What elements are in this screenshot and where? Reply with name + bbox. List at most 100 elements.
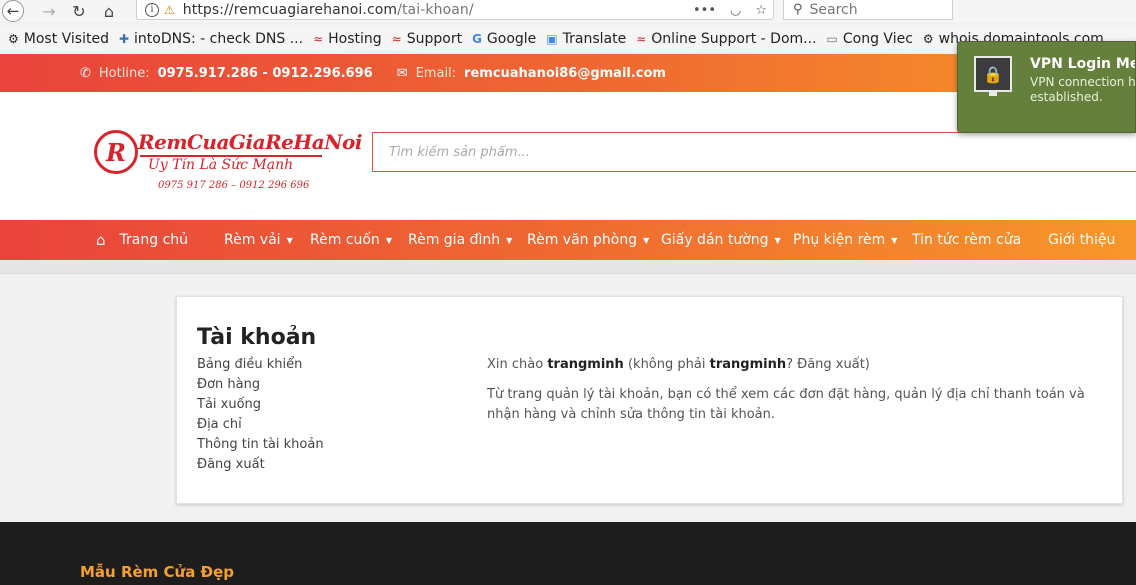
hotline: ✆ Hotline: 0975.917.286 - 0912.296.696	[80, 66, 373, 81]
bookmark-label: Translate	[562, 31, 627, 47]
bookmark-intodns[interactable]: ✚ intoDNS: - check DNS ...	[119, 31, 303, 47]
caret-down-icon: ▼	[286, 235, 293, 245]
nav-item-label: Rèm gia đình	[408, 232, 501, 248]
url-tools: ••• ◡ ☆	[693, 0, 767, 20]
back-arrow-icon: ←	[2, 0, 24, 22]
account-menu-dashboard[interactable]: Bảng điều khiển	[197, 355, 324, 375]
reload-button[interactable]: ↻	[66, 0, 92, 22]
bookmark-label: Hosting	[328, 31, 382, 47]
account-menu-logout[interactable]: Đăng xuất	[197, 455, 324, 475]
greeting-username: trangminh	[547, 357, 624, 372]
url-path: /tai-khoan/	[397, 1, 474, 18]
account-menu: Bảng điều khiển Đơn hàng Tải xuống Địa c…	[197, 355, 324, 475]
account-menu-account-details[interactable]: Thông tin tài khoản	[197, 435, 324, 455]
search-icon: ⚲	[793, 2, 803, 17]
logout-link[interactable]: ? Đăng xuất)	[786, 357, 870, 372]
nav-item-label: Phụ kiện rèm	[793, 232, 886, 248]
bookmark-support[interactable]: ≈ Support	[392, 31, 462, 47]
nav-item-rem-vai[interactable]: Rèm vải ▼	[224, 220, 293, 260]
home-button[interactable]: ⌂	[96, 0, 122, 22]
greeting-prefix: Xin chào	[487, 357, 544, 372]
url-host: https://remcuagiarehanoi.com	[182, 1, 398, 18]
nav-item-label: Giấy dán tường	[661, 232, 769, 248]
bookmark-label: Cong Viec	[842, 31, 913, 47]
vpn-title: VPN Login Mes	[1030, 56, 1136, 72]
bookmark-label: Support	[406, 31, 463, 47]
brand-icon: ≈	[636, 32, 647, 46]
nav-item-label: Tin tức rèm cửa	[912, 232, 1022, 248]
account-card: Tài khoản Bảng điều khiển Đơn hàng Tải x…	[176, 296, 1123, 504]
bookmark-online-support[interactable]: ≈ Online Support - Dom...	[636, 31, 816, 47]
site-footer: Mẫu Rèm Cửa Đẹp	[0, 522, 1136, 585]
logo-phones: 0975 917 286 – 0912 296 696	[158, 180, 310, 191]
hotline-value[interactable]: 0975.917.286 - 0912.296.696	[158, 66, 373, 81]
email: ✉ Email: remcuahanoi86@gmail.com	[397, 66, 666, 81]
nav-item-phu-kien-rem[interactable]: Phụ kiện rèm ▼	[793, 220, 897, 260]
folder-icon: ▭	[826, 32, 838, 46]
product-search-input[interactable]	[373, 133, 1136, 171]
bookmark-translate[interactable]: ▣ Translate	[546, 31, 626, 47]
footer-title: Mẫu Rèm Cửa Đẹp	[80, 563, 235, 581]
envelope-icon: ✉	[396, 65, 408, 81]
site-logo[interactable]: R RemCuaGiaReHaNoi Uy Tín Là Sức Mạnh 09…	[92, 128, 362, 198]
nav-item-rem-cuon[interactable]: Rèm cuốn ▼	[310, 220, 392, 260]
gear-icon: ⚙	[922, 32, 934, 46]
nav-item-giay-dan-tuong[interactable]: Giấy dán tường ▼	[661, 220, 781, 260]
brand-icon: ≈	[391, 32, 402, 46]
nav-item-label: Rèm vải	[224, 232, 281, 248]
browser-search-placeholder: Search	[809, 1, 858, 18]
nav-item-trang-chu[interactable]: ⌂ Trang chủ	[96, 220, 188, 260]
greeting-username-2: trangminh	[709, 357, 787, 372]
vpn-message-line1: VPN connection h	[1030, 75, 1136, 89]
url-bar[interactable]: i ⚠ https://remcuagiarehanoi.com/tai-kho…	[136, 0, 774, 20]
lock-icon: 🔒	[974, 56, 1012, 92]
hotline-label: Hotline:	[98, 65, 150, 81]
bookmark-hosting[interactable]: ≈ Hosting	[313, 31, 382, 47]
page-title: Tài khoản	[197, 325, 317, 350]
account-menu-addresses[interactable]: Địa chỉ	[197, 415, 324, 435]
phone-icon: ✆	[80, 65, 91, 81]
forward-button[interactable]: →	[36, 0, 62, 22]
nav-item-label: Rèm cuốn	[310, 232, 380, 248]
insecure-lock-icon[interactable]: ⚠	[164, 3, 175, 17]
bookmark-google[interactable]: G Google	[472, 31, 536, 47]
nav-item-gioi-thieu[interactable]: Giới thiệu	[1048, 220, 1115, 260]
account-welcome: Xin chào trangminh (không phải trangminh…	[487, 355, 1097, 425]
puzzle-icon: ✚	[118, 32, 130, 46]
greeting-mid: (không phải	[627, 357, 706, 372]
vpn-notification[interactable]: 🔒 VPN Login Mes VPN connection h establi…	[957, 41, 1136, 133]
page-actions-icon[interactable]: •••	[693, 3, 716, 18]
nav-item-label: Giới thiệu	[1048, 232, 1116, 248]
nav-item-rem-van-phong[interactable]: Rèm văn phòng ▼	[527, 220, 649, 260]
browser-search-input[interactable]: ⚲ Search	[783, 0, 953, 20]
gear-icon: ⚙	[8, 32, 19, 46]
info-icon[interactable]: i	[145, 2, 159, 17]
logo-brand: RemCuaGiaReHaNoi	[138, 130, 362, 154]
email-value[interactable]: remcuahanoi86@gmail.com	[464, 66, 666, 81]
account-menu-downloads[interactable]: Tải xuống	[197, 395, 324, 415]
account-menu-orders[interactable]: Đơn hàng	[197, 375, 324, 395]
bookmark-most-visited[interactable]: ⚙ Most Visited	[8, 31, 109, 47]
vpn-message: VPN connection h established.	[1030, 75, 1136, 105]
url-text[interactable]: https://remcuagiarehanoi.com/tai-khoan/	[183, 2, 474, 18]
forward-arrow-icon: →	[42, 1, 56, 21]
account-description: Từ trang quản lý tài khoản, bạn có thể x…	[487, 387, 1085, 422]
nav-item-rem-gia-dinh[interactable]: Rèm gia đình ▼	[408, 220, 512, 260]
caret-down-icon: ▼	[643, 235, 650, 245]
product-search-box	[372, 132, 1136, 172]
bookmark-star-icon[interactable]: ☆	[755, 3, 767, 18]
nav-item-tin-tuc[interactable]: Tin tức rèm cửa	[912, 220, 1021, 260]
greeting-line: Xin chào trangminh (không phải trangminh…	[487, 355, 1097, 375]
home-icon: ⌂	[96, 231, 106, 249]
pocket-icon[interactable]: ◡	[730, 3, 741, 18]
translate-icon: ▣	[546, 32, 558, 46]
logo-mark: R	[94, 130, 138, 174]
caret-down-icon: ▼	[506, 235, 513, 245]
back-button[interactable]: ←	[0, 0, 26, 22]
reload-icon: ↻	[72, 1, 86, 21]
bookmark-label: Most Visited	[23, 31, 109, 47]
bookmark-cong-viec[interactable]: ▭ Cong Viec	[827, 31, 913, 47]
main-nav: ⌂ Trang chủ Rèm vải ▼ Rèm cuốn ▼ Rèm gia đ…	[0, 220, 1136, 260]
caret-down-icon: ▼	[385, 235, 392, 245]
nav-item-label: Rèm văn phòng	[527, 232, 638, 248]
